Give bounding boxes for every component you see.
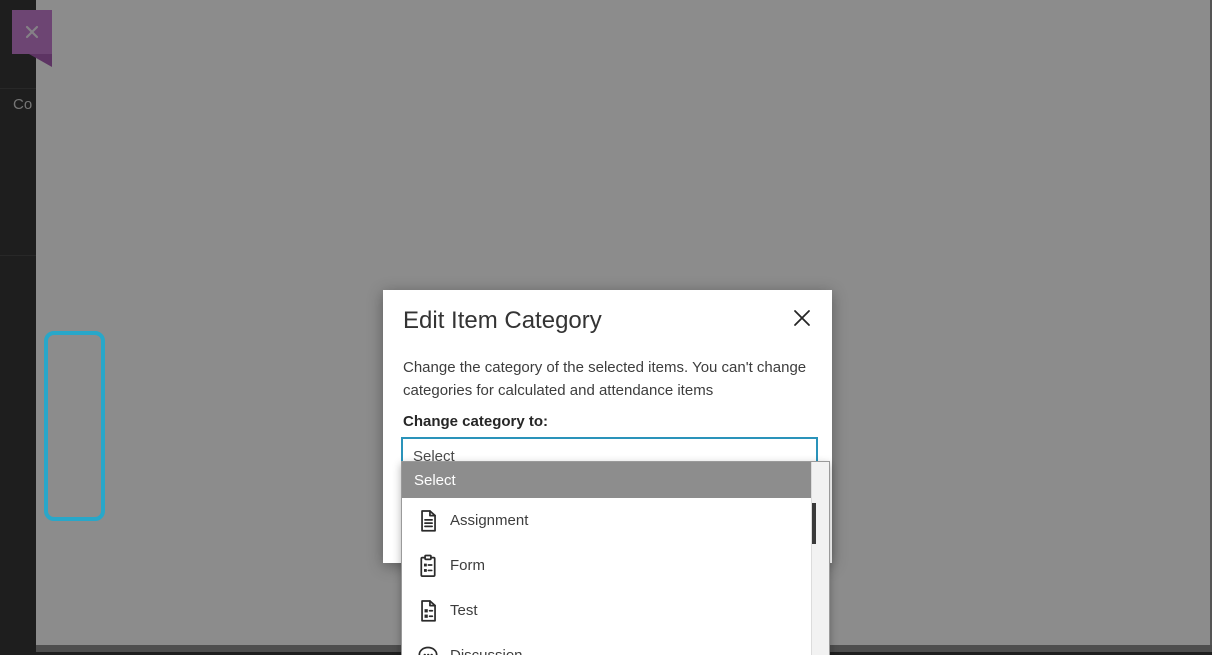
dialog-description: Change the category of the selected item… <box>403 356 815 403</box>
form-icon <box>415 553 441 579</box>
dropdown-scrollbar-track[interactable] <box>811 462 829 655</box>
dropdown-option-label: Discussion <box>450 647 523 655</box>
dropdown-option-assignment[interactable]: Assignment <box>402 498 813 543</box>
dropdown-option-select[interactable]: Select <box>402 462 825 498</box>
test-icon <box>415 598 441 624</box>
change-category-label: Change category to: <box>403 413 548 430</box>
dialog-title: Edit Item Category <box>403 307 602 335</box>
dropdown-option-discussion[interactable]: Discussion <box>402 633 813 655</box>
dropdown-option-label: Form <box>450 557 485 574</box>
assignment-icon <box>415 508 441 534</box>
category-dropdown-list: Select Assignment Form Test Discussion <box>401 461 830 655</box>
dropdown-option-form[interactable]: Form <box>402 543 813 588</box>
item-management-page: Co Introduction to Humanities 1102 Item … <box>0 0 1212 655</box>
dropdown-option-test[interactable]: Test <box>402 588 813 633</box>
dropdown-option-label: Test <box>450 602 478 619</box>
dropdown-option-label: Assignment <box>450 512 528 529</box>
close-icon[interactable] <box>790 306 814 330</box>
selected-rows-highlight <box>44 331 105 521</box>
discussion-icon <box>415 643 441 655</box>
dropdown-option-label: Select <box>414 472 456 489</box>
dropdown-scrollbar-thumb[interactable] <box>812 503 816 544</box>
